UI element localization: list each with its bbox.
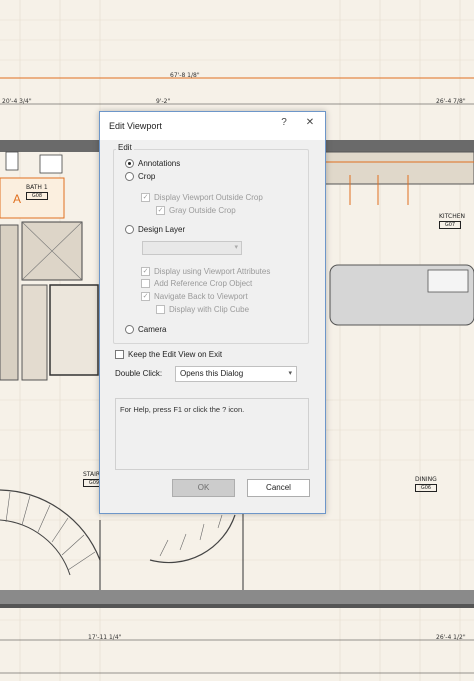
clip-cube-checkbox[interactable]: Display with Clip Cube: [156, 305, 249, 314]
ok-button[interactable]: OK: [172, 479, 235, 497]
reference-crop-checkbox[interactable]: Add Reference Crop Object: [141, 279, 252, 288]
radio-icon: [125, 172, 134, 181]
keep-edit-view-checkbox[interactable]: Keep the Edit View on Exit: [115, 350, 222, 359]
room-tag: DINING G06: [415, 476, 437, 492]
checkbox-icon: [156, 305, 165, 314]
navigate-back-checkbox[interactable]: ✓ Navigate Back to Viewport: [141, 292, 248, 301]
section-marker: A: [13, 192, 22, 206]
annotations-radio[interactable]: Annotations: [125, 159, 180, 168]
chevron-down-icon: ▾: [234, 244, 238, 251]
display-outside-crop-checkbox[interactable]: ✓ Display Viewport Outside Crop: [141, 193, 263, 202]
chevron-down-icon: ▾: [288, 370, 292, 377]
close-icon[interactable]: ✕: [303, 117, 317, 131]
help-text-box: For Help, press F1 or click the ? icon.: [115, 398, 309, 470]
dimension-label: 20'-4 3/4": [2, 98, 32, 105]
room-tag: BATH 1 G08: [26, 184, 48, 200]
checkbox-checked-icon: ✓: [141, 292, 150, 301]
checkbox-checked-icon: ✓: [141, 267, 150, 276]
radio-icon: [125, 225, 134, 234]
double-click-value: Opens this Dialog: [180, 369, 244, 378]
cancel-button[interactable]: Cancel: [247, 479, 310, 497]
checkbox-icon: [141, 279, 150, 288]
radio-selected-icon: [125, 159, 134, 168]
dimension-label: 67'-8 1/8": [170, 72, 200, 79]
edit-group-label: Edit: [116, 143, 134, 152]
dialog-title: Edit Viewport: [109, 121, 162, 131]
double-click-label: Double Click:: [115, 369, 163, 378]
crop-radio[interactable]: Crop: [125, 172, 155, 181]
room-tag: KITCHEN G07: [439, 213, 465, 229]
design-layer-select[interactable]: ▾: [142, 241, 242, 255]
help-text: For Help, press F1 or click the ? icon.: [120, 405, 245, 414]
edit-viewport-dialog: Edit Viewport ? ✕ Edit Annotations Crop …: [99, 111, 326, 514]
dimension-label: 26'-4 1/2": [436, 634, 466, 641]
dimension-label: 17'-11 1/4": [88, 634, 122, 641]
checkbox-checked-icon: ✓: [141, 193, 150, 202]
viewport-attributes-checkbox[interactable]: ✓ Display using Viewport Attributes: [141, 267, 270, 276]
double-click-select[interactable]: Opens this Dialog ▾: [175, 366, 297, 382]
dimension-label: 26'-4 7/8": [436, 98, 466, 105]
dialog-titlebar[interactable]: Edit Viewport ? ✕: [100, 112, 325, 140]
checkbox-checked-icon: ✓: [156, 206, 165, 215]
design-layer-radio[interactable]: Design Layer: [125, 225, 185, 234]
help-icon[interactable]: ?: [277, 117, 291, 131]
dimension-label: 9'-2": [156, 98, 171, 105]
radio-icon: [125, 325, 134, 334]
checkbox-icon: [115, 350, 124, 359]
gray-outside-crop-checkbox[interactable]: ✓ Gray Outside Crop: [156, 206, 236, 215]
camera-radio[interactable]: Camera: [125, 325, 166, 334]
